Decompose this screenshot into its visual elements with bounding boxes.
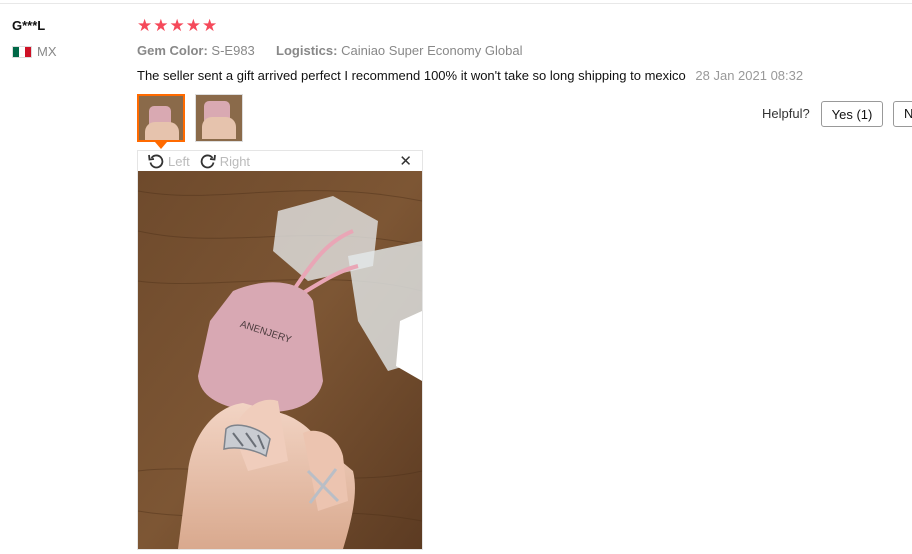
review-photo-thumbnail-1[interactable] [137, 94, 185, 142]
rotate-left-icon [148, 154, 164, 169]
review-date: 28 Jan 2021 08:32 [695, 68, 804, 83]
helpful-no-button[interactable]: N [893, 101, 912, 127]
logistics-label: Logistics: [276, 43, 338, 58]
rotate-right-icon [200, 154, 216, 169]
gem-color-label: Gem Color: [137, 43, 208, 58]
rotate-right-label: Right [219, 153, 251, 169]
photo-viewer: Left Right ✕ ANENJERY [137, 150, 423, 550]
review-photo-thumbnail-2[interactable] [195, 94, 243, 142]
rotate-left-label: Left [168, 153, 190, 169]
country-code: MX [37, 44, 57, 59]
review-attributes: Gem Color: S-E983 Logistics: Cainiao Sup… [137, 43, 522, 58]
star-icon: ★ [185, 16, 201, 35]
reviewer-name: G***L [12, 18, 46, 33]
gem-color-value: S-E983 [211, 43, 255, 58]
helpful-yes-button[interactable]: Yes (1) [821, 101, 883, 127]
reviewer-country: MX [12, 44, 57, 59]
star-icon: ★ [202, 16, 218, 35]
rotate-right-button[interactable]: Right [200, 153, 250, 169]
review-photo-thumbnails [137, 94, 243, 142]
review-photo-large: ANENJERY [138, 171, 422, 549]
star-icon: ★ [153, 16, 169, 35]
mexico-flag-icon [12, 45, 32, 58]
rotate-left-button[interactable]: Left [148, 153, 190, 169]
review-text: The seller sent a gift arrived perfect I… [137, 68, 686, 83]
photo-viewer-toolbar: Left Right ✕ [138, 151, 422, 171]
review-content: The seller sent a gift arrived perfect I… [137, 68, 803, 83]
active-thumbnail-caret [155, 142, 167, 149]
star-icon: ★ [137, 16, 153, 35]
close-icon[interactable]: ✕ [399, 152, 412, 170]
helpful-label: Helpful? [762, 106, 810, 121]
star-icon: ★ [169, 16, 185, 35]
logistics-value: Cainiao Super Economy Global [341, 43, 523, 58]
top-divider [0, 3, 912, 4]
star-rating: ★ ★ ★ ★ ★ [137, 16, 217, 36]
